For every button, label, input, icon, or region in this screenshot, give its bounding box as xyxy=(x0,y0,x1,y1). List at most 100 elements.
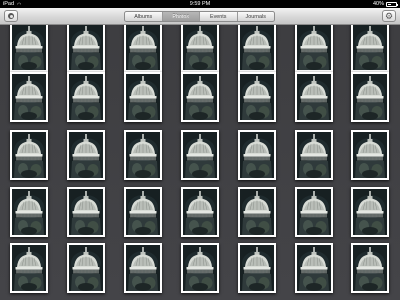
dome-tower-image xyxy=(183,74,217,120)
photo-thumbnail[interactable] xyxy=(295,243,333,293)
thumbnail-image xyxy=(353,74,387,120)
photo-thumbnail[interactable] xyxy=(181,187,219,237)
photo-thumbnail[interactable] xyxy=(295,72,333,122)
thumbnail-image xyxy=(297,245,331,291)
dome-tower-image xyxy=(353,25,387,70)
dome-tower-image xyxy=(126,245,160,291)
thumbnail-image xyxy=(297,189,331,235)
thumbnail-image xyxy=(353,25,387,70)
thumbnail-image xyxy=(126,189,160,235)
tab-photos[interactable]: Photos xyxy=(162,12,200,21)
photo-thumbnail[interactable] xyxy=(181,72,219,122)
dome-tower-image xyxy=(240,132,274,178)
status-bar: iPad ◠ 9:59 PM 40% xyxy=(0,0,400,8)
dome-tower-image xyxy=(126,74,160,120)
dome-tower-image xyxy=(69,189,103,235)
photo-thumbnail[interactable] xyxy=(10,72,48,122)
dome-tower-image xyxy=(297,74,331,120)
gear-icon: ⚙ xyxy=(384,11,394,21)
thumbnail-image xyxy=(183,189,217,235)
thumbnail-image xyxy=(240,74,274,120)
photo-thumbnail[interactable] xyxy=(124,130,162,180)
dome-tower-image xyxy=(240,245,274,291)
thumbnail-image xyxy=(126,132,160,178)
dome-tower-image xyxy=(353,132,387,178)
photo-thumbnail[interactable] xyxy=(124,243,162,293)
photo-thumbnail[interactable] xyxy=(10,130,48,180)
dome-tower-image xyxy=(12,189,46,235)
thumbnail-image xyxy=(353,189,387,235)
thumbnail-image xyxy=(240,189,274,235)
settings-button[interactable]: ⚙ xyxy=(382,10,396,22)
photo-thumbnail[interactable] xyxy=(10,243,48,293)
menu-button[interactable] xyxy=(4,10,18,22)
thumbnail-image xyxy=(69,189,103,235)
tab-journals[interactable]: Journals xyxy=(238,12,275,21)
photo-thumbnail[interactable] xyxy=(238,130,276,180)
thumbnail-image xyxy=(12,245,46,291)
photo-thumbnail[interactable] xyxy=(10,25,48,72)
thumbnail-image xyxy=(126,74,160,120)
photo-thumbnail[interactable] xyxy=(181,130,219,180)
photo-thumbnail[interactable] xyxy=(295,25,333,72)
dome-tower-image xyxy=(12,25,46,70)
photo-thumbnail[interactable] xyxy=(181,25,219,72)
tab-albums[interactable]: Albums xyxy=(125,12,163,21)
thumbnail-image xyxy=(240,245,274,291)
photo-thumbnail[interactable] xyxy=(238,72,276,122)
photo-thumbnail[interactable] xyxy=(124,187,162,237)
dome-tower-image xyxy=(126,132,160,178)
thumbnail-image xyxy=(240,25,274,70)
thumbnail-image xyxy=(126,25,160,70)
photo-thumbnail[interactable] xyxy=(67,187,105,237)
dome-tower-image xyxy=(297,132,331,178)
dome-tower-image xyxy=(240,74,274,120)
clock: 9:59 PM xyxy=(189,1,211,7)
dome-tower-image xyxy=(69,245,103,291)
photo-grid xyxy=(0,25,400,300)
dome-tower-image xyxy=(126,189,160,235)
dome-tower-image xyxy=(183,189,217,235)
battery-percent: 40% xyxy=(372,1,384,7)
thumbnail-image xyxy=(126,245,160,291)
photo-thumbnail[interactable] xyxy=(124,72,162,122)
photo-thumbnail[interactable] xyxy=(238,25,276,72)
photo-thumbnail[interactable] xyxy=(67,243,105,293)
dome-tower-image xyxy=(126,25,160,70)
battery-icon xyxy=(386,2,398,7)
dome-tower-image xyxy=(69,25,103,70)
dome-tower-image xyxy=(297,189,331,235)
photo-thumbnail[interactable] xyxy=(67,72,105,122)
photo-thumbnail[interactable] xyxy=(124,25,162,72)
photo-thumbnail[interactable] xyxy=(67,25,105,72)
photo-thumbnail[interactable] xyxy=(238,243,276,293)
photo-thumbnail[interactable] xyxy=(67,130,105,180)
toolbar: Albums Photos Events Journals ⚙ xyxy=(0,8,400,25)
photo-thumbnail[interactable] xyxy=(181,243,219,293)
thumbnail-image xyxy=(183,74,217,120)
thumbnail-image xyxy=(69,245,103,291)
dome-tower-image xyxy=(183,25,217,70)
view-tabs: Albums Photos Events Journals xyxy=(124,11,275,22)
thumbnail-image xyxy=(297,74,331,120)
photo-thumbnail[interactable] xyxy=(295,130,333,180)
thumbnail-image xyxy=(12,25,46,70)
dome-tower-image xyxy=(240,189,274,235)
thumbnail-image xyxy=(69,132,103,178)
dome-tower-image xyxy=(353,74,387,120)
photo-thumbnail[interactable] xyxy=(351,187,389,237)
menu-circle-icon xyxy=(8,13,14,19)
photo-thumbnail[interactable] xyxy=(10,187,48,237)
dome-tower-image xyxy=(183,132,217,178)
thumbnail-image xyxy=(12,74,46,120)
photo-thumbnail[interactable] xyxy=(351,130,389,180)
dome-tower-image xyxy=(353,189,387,235)
photo-thumbnail[interactable] xyxy=(351,25,389,72)
thumbnail-image xyxy=(12,189,46,235)
dome-tower-image xyxy=(240,25,274,70)
tab-events[interactable]: Events xyxy=(200,12,238,21)
photo-thumbnail[interactable] xyxy=(238,187,276,237)
photo-thumbnail[interactable] xyxy=(295,187,333,237)
photo-thumbnail[interactable] xyxy=(351,243,389,293)
photo-thumbnail[interactable] xyxy=(351,72,389,122)
